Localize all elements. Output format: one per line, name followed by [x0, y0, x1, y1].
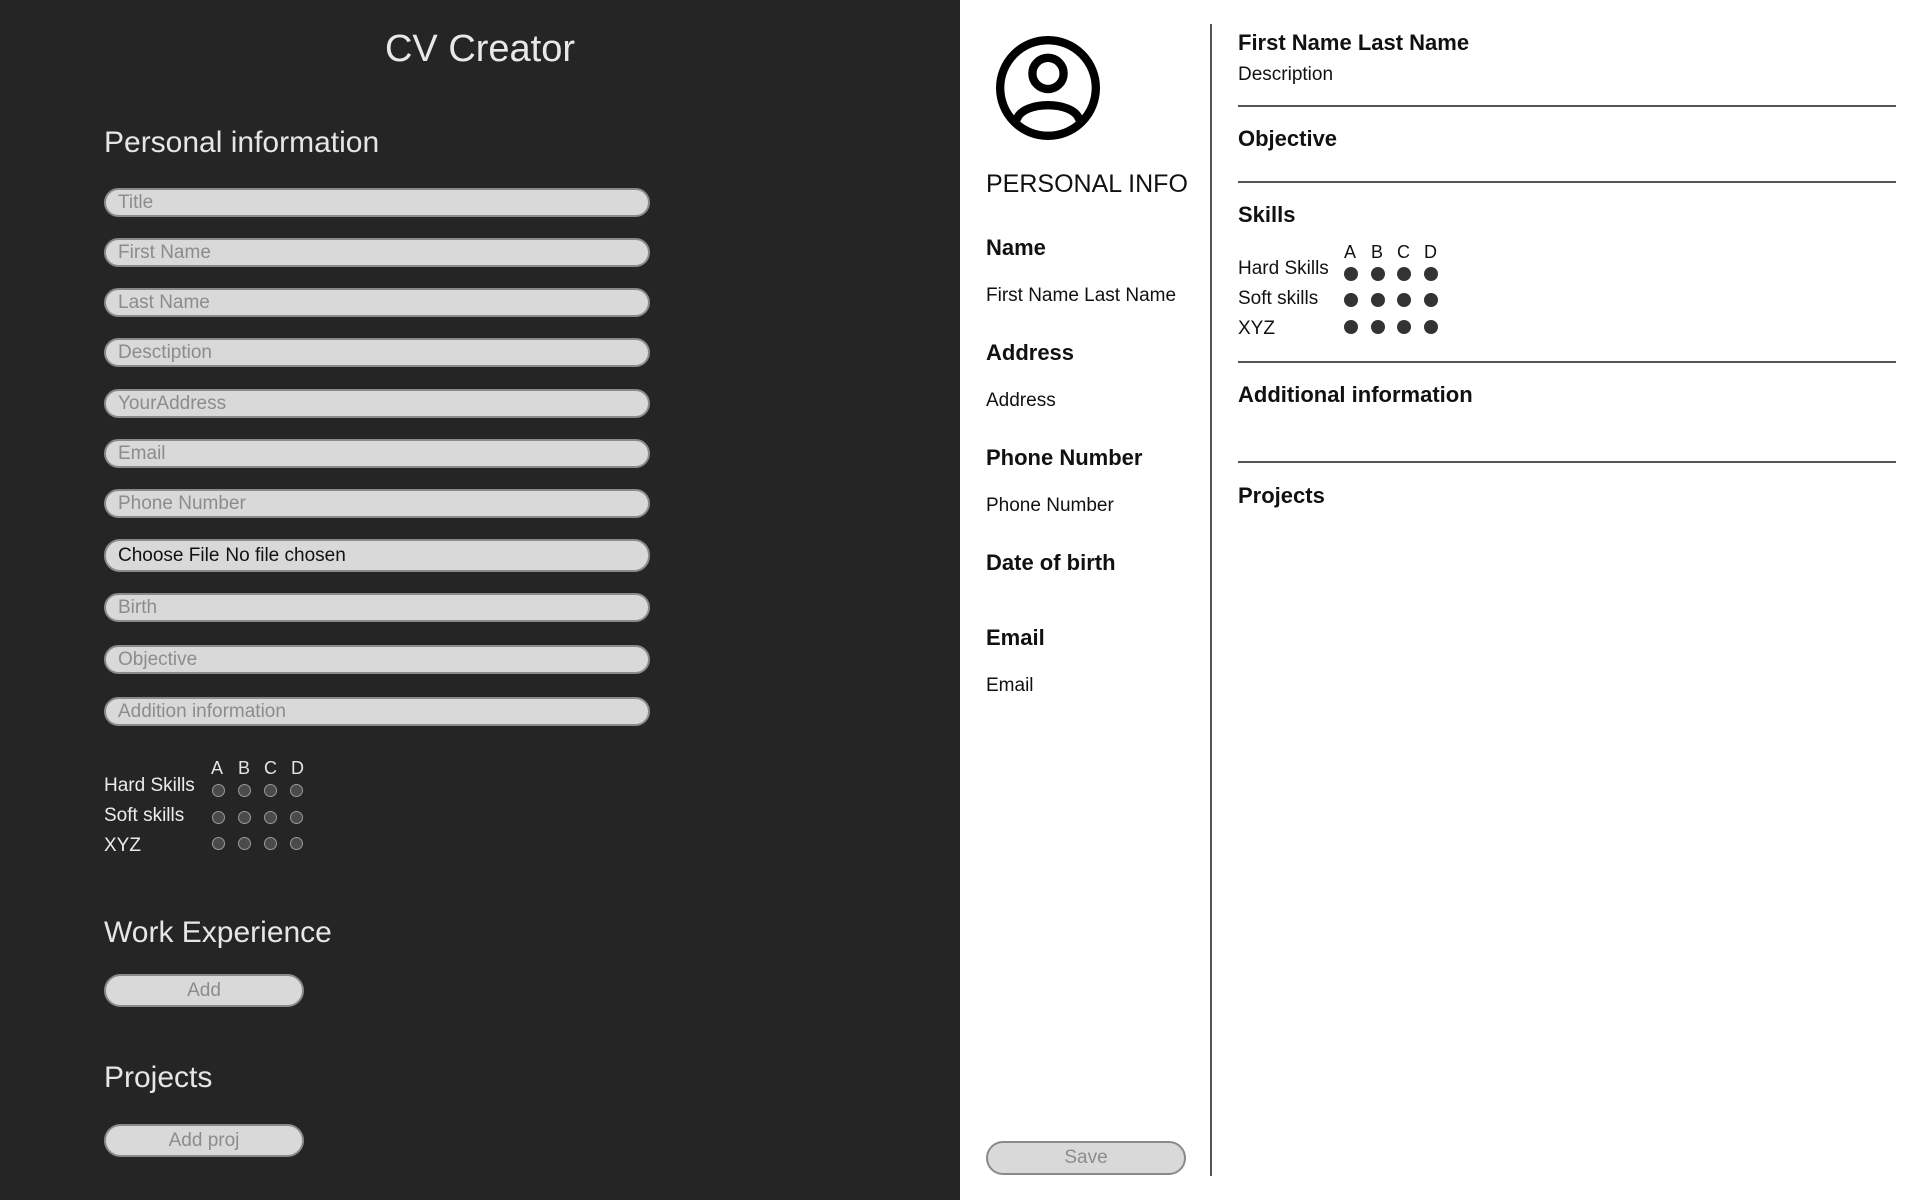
divider-1 [1238, 105, 1896, 107]
personal-info-section-title: Personal information [104, 126, 380, 159]
choose-file-button[interactable]: Choose File [118, 545, 219, 567]
preview-skill-row-hard: Hard Skills [1238, 258, 1329, 279]
soft-skills-dot-a [1344, 293, 1358, 307]
skill-level-header-a: A [211, 758, 224, 778]
add-work-experience-button[interactable]: Add [104, 974, 304, 1007]
profile-avatar-icon [996, 36, 1100, 140]
cv-preview-panel: PERSONAL INFO Name First Name Last Name … [960, 0, 1920, 1200]
last-name-input[interactable] [104, 288, 650, 317]
divider-4 [1238, 461, 1896, 463]
soft-skills-radio-a[interactable] [212, 811, 225, 824]
address-label: Address [986, 340, 1075, 365]
email-input[interactable] [104, 439, 650, 468]
xyz-radio-d[interactable] [290, 837, 303, 850]
divider-2 [1238, 181, 1896, 183]
additional-info-heading: Additional information [1238, 382, 1473, 407]
editor-panel: CV Creator Personal information Choose F… [0, 0, 960, 1200]
phone-value: Phone Number [986, 495, 1114, 516]
birth-input[interactable] [104, 593, 650, 622]
work-experience-section-title: Work Experience [104, 916, 332, 949]
skill-row-label-soft: Soft skills [104, 805, 185, 826]
email-value: Email [986, 675, 1034, 696]
additional-info-input[interactable] [104, 697, 650, 726]
soft-skills-dot-b [1371, 293, 1385, 307]
hard-skills-radio-c[interactable] [264, 784, 277, 797]
objective-input[interactable] [104, 645, 650, 674]
email-label: Email [986, 625, 1045, 650]
hard-skills-dot-b [1371, 267, 1385, 281]
xyz-radio-c[interactable] [264, 837, 277, 850]
first-name-input[interactable] [104, 238, 650, 267]
address-value: Address [986, 390, 1056, 411]
personal-info-heading: PERSONAL INFO [986, 170, 1188, 198]
cv-full-name: First Name Last Name [1238, 30, 1470, 55]
hard-skills-dot-a [1344, 267, 1358, 281]
phone-label: Phone Number [986, 445, 1143, 470]
preview-skill-row-soft: Soft skills [1238, 288, 1319, 309]
hard-skills-dot-d [1424, 267, 1438, 281]
projects-heading: Projects [1238, 483, 1325, 508]
save-button[interactable]: Save [986, 1141, 1186, 1175]
divider-3 [1238, 361, 1896, 363]
add-project-button[interactable]: Add proj [104, 1124, 304, 1157]
objective-heading: Objective [1238, 126, 1338, 151]
xyz-radio-a[interactable] [212, 837, 225, 850]
soft-skills-radio-d[interactable] [290, 811, 303, 824]
skill-row-label-hard: Hard Skills [104, 775, 195, 796]
xyz-radio-b[interactable] [238, 837, 251, 850]
skill-row-label-xyz: XYZ [104, 835, 141, 856]
projects-section-title: Projects [104, 1061, 213, 1094]
hard-skills-dot-c [1397, 267, 1411, 281]
soft-skills-dot-d [1424, 293, 1438, 307]
xyz-dot-b [1371, 320, 1385, 334]
hard-skills-radio-a[interactable] [212, 784, 225, 797]
xyz-dot-d [1424, 320, 1438, 334]
name-label: Name [986, 235, 1046, 260]
preview-skill-row-xyz: XYZ [1238, 318, 1275, 339]
address-input[interactable] [104, 389, 650, 418]
cv-description: Description [1238, 64, 1334, 85]
hard-skills-radio-d[interactable] [290, 784, 303, 797]
app-title: CV Creator [384, 28, 576, 70]
skill-level-header-b: B [238, 758, 251, 778]
soft-skills-radio-b[interactable] [238, 811, 251, 824]
xyz-dot-c [1397, 320, 1411, 334]
skill-level-header-d: D [291, 758, 304, 778]
preview-skill-level-a: A [1344, 242, 1357, 262]
soft-skills-dot-c [1397, 293, 1411, 307]
preview-skill-level-b: B [1371, 242, 1384, 262]
preview-skill-level-c: C [1397, 242, 1410, 262]
soft-skills-radio-c[interactable] [264, 811, 277, 824]
xyz-dot-a [1344, 320, 1358, 334]
skills-heading: Skills [1238, 202, 1296, 227]
phone-input[interactable] [104, 489, 650, 518]
photo-file-input[interactable]: Choose File No file chosen [104, 539, 650, 572]
cv-creator-page: CV Creator Personal information Choose F… [0, 0, 1920, 1200]
file-status: No file chosen [225, 544, 346, 566]
column-divider [1210, 24, 1212, 1176]
skill-level-header-c: C [264, 758, 277, 778]
title-input[interactable] [104, 188, 650, 217]
date-of-birth-label: Date of birth [986, 550, 1116, 575]
hard-skills-radio-b[interactable] [238, 784, 251, 797]
preview-skill-level-d: D [1424, 242, 1437, 262]
description-input[interactable] [104, 338, 650, 367]
name-value: First Name Last Name [986, 285, 1177, 306]
